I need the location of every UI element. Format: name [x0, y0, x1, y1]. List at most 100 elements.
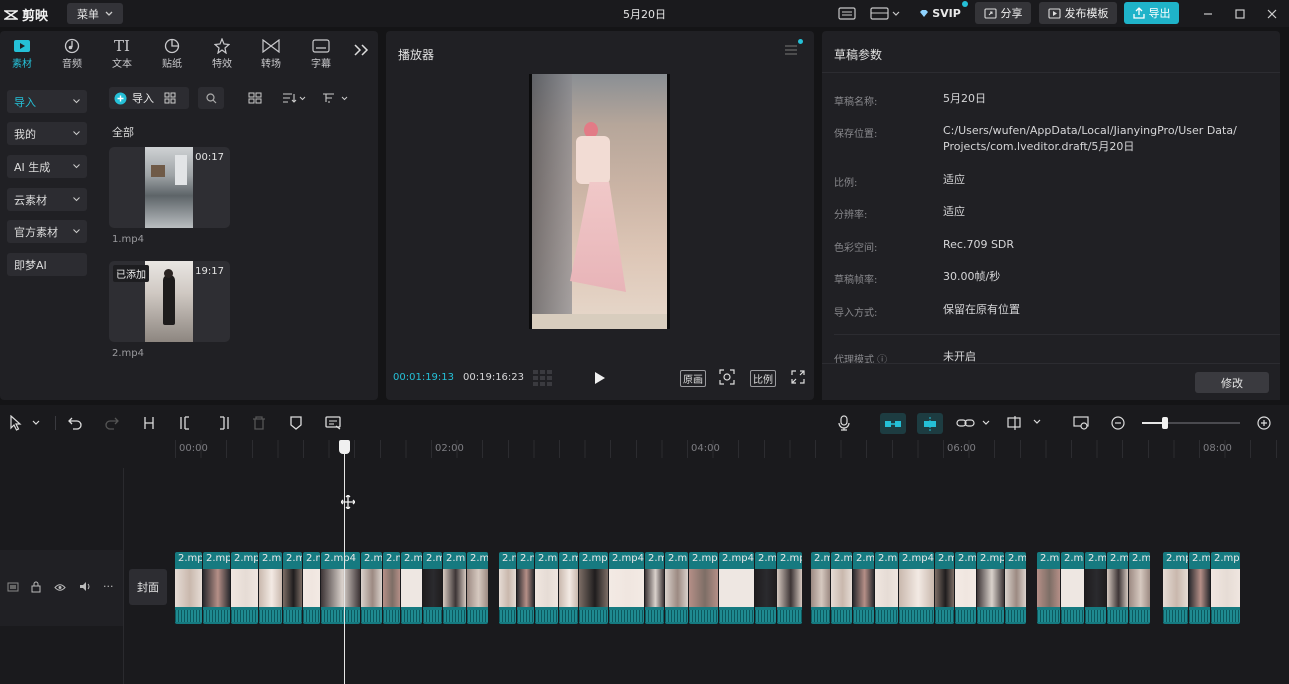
- undo-icon[interactable]: [67, 415, 83, 431]
- timeline-clip[interactable]: 2.mp4: [499, 552, 516, 624]
- timeline-clip[interactable]: 2.mp4: [935, 552, 954, 624]
- marker-icon[interactable]: [288, 415, 304, 431]
- main-track-magnet-icon[interactable]: [880, 413, 906, 434]
- search-button[interactable]: [198, 87, 224, 109]
- timeline-clip[interactable]: 2.mp4: [579, 552, 608, 624]
- timeline-clip[interactable]: 2.mp4: [283, 552, 302, 624]
- timeline-clip[interactable]: 2.mp4: [645, 552, 664, 624]
- preview-axis-icon[interactable]: [1006, 415, 1044, 431]
- timeline-clip[interactable]: 2.mp4: [1189, 552, 1210, 624]
- timeline-clip[interactable]: 2.mp4: [755, 552, 776, 624]
- filter-icon[interactable]: [322, 92, 350, 107]
- share-button[interactable]: 分享: [975, 2, 1031, 24]
- timeline-clip[interactable]: 2.mp4: [1211, 552, 1240, 624]
- timeline-clip[interactable]: 2.mp4: [777, 552, 802, 624]
- timeline-clip[interactable]: 2.mp4: [1061, 552, 1084, 624]
- sidebar-item-ai-generate[interactable]: AI 生成: [7, 155, 87, 178]
- zoom-slider-handle[interactable]: [1162, 417, 1168, 429]
- tab-transition[interactable]: 转场: [249, 37, 293, 70]
- delete-icon[interactable]: [251, 415, 267, 431]
- screenshot-icon[interactable]: [719, 369, 735, 388]
- grid-view-icon[interactable]: [164, 92, 176, 104]
- playhead-handle[interactable]: [339, 440, 350, 454]
- timeline-clip[interactable]: 2.mp4: [401, 552, 422, 624]
- auto-snap-icon[interactable]: [917, 413, 943, 434]
- timeline-area[interactable]: 00:00 02:00 04:00 06:00 08:00 ··· 封面 2.m…: [0, 440, 1289, 684]
- export-button[interactable]: 导出: [1124, 2, 1179, 24]
- timeline-clip[interactable]: 2.mp4: [535, 552, 558, 624]
- timeline-clip[interactable]: 2.mp4: [1037, 552, 1060, 624]
- tab-effects[interactable]: 特效: [200, 37, 244, 70]
- sidebar-item-import[interactable]: 导入: [7, 90, 87, 113]
- timeline-clip[interactable]: 2.mp4: [719, 552, 754, 624]
- timeline-clip[interactable]: 2.mp4: [231, 552, 258, 624]
- publish-template-button[interactable]: 发布模板: [1039, 2, 1117, 24]
- sidebar-item-cloud[interactable]: 云素材: [7, 188, 87, 211]
- timeline-clip[interactable]: 2.mp4: [259, 552, 282, 624]
- timeline-clip[interactable]: 2.mp4: [689, 552, 718, 624]
- video-track[interactable]: 2.mp4 2.mp4 2.mp4 2.mp4 2.mp4 2.mp4 2.mp4 2.mp4…: [0, 440, 1289, 684]
- redo-icon[interactable]: [104, 415, 120, 431]
- tab-media[interactable]: 素材: [0, 37, 44, 70]
- timeline-clip[interactable]: 2.mp4: [899, 552, 934, 624]
- timeline-clip[interactable]: 2.mp4: [361, 552, 382, 624]
- timeline-clip[interactable]: 2.mp4: [1005, 552, 1026, 624]
- timeline-grid-icon[interactable]: [533, 370, 555, 389]
- video-preview[interactable]: [529, 74, 670, 329]
- more-tabs-icon[interactable]: [354, 44, 370, 59]
- auto-caption-icon[interactable]: [324, 415, 342, 431]
- sidebar-item-official[interactable]: 官方素材: [7, 220, 87, 243]
- trim-right-icon[interactable]: [215, 415, 231, 431]
- maximize-icon[interactable]: [1232, 4, 1248, 23]
- timeline-clip[interactable]: 2.mp4: [203, 552, 230, 624]
- shortcut-keyboard-icon[interactable]: [836, 4, 858, 23]
- timeline-clip[interactable]: 2.mp4: [955, 552, 976, 624]
- timeline-clip[interactable]: 2.mp4: [303, 552, 320, 624]
- minimize-icon[interactable]: [1200, 4, 1216, 23]
- timeline-clip[interactable]: 2.mp4: [1085, 552, 1106, 624]
- close-icon[interactable]: [1264, 4, 1280, 23]
- player-menu-icon[interactable]: [784, 44, 798, 59]
- timeline-clip[interactable]: 2.mp4: [559, 552, 578, 624]
- svip-button[interactable]: SVIP: [912, 1, 968, 23]
- tab-text[interactable]: TI 文本: [100, 37, 144, 70]
- clip-preview-icon[interactable]: [1072, 415, 1090, 431]
- timeline-clip[interactable]: 2.mp4: [853, 552, 874, 624]
- timeline-clip[interactable]: 2.mp4: [467, 552, 488, 624]
- timeline-clip[interactable]: 2.mp4: [1163, 552, 1188, 624]
- zoom-slider[interactable]: [1142, 417, 1240, 429]
- timeline-clip[interactable]: 2.mp4: [443, 552, 466, 624]
- split-icon[interactable]: [141, 415, 157, 431]
- sort-icon[interactable]: [282, 92, 306, 107]
- timeline-clip[interactable]: 2.mp4: [811, 552, 830, 624]
- link-icon[interactable]: [955, 415, 993, 431]
- timeline-clip[interactable]: 2.mp4: [1107, 552, 1128, 624]
- timeline-clip[interactable]: 2.mp4: [875, 552, 898, 624]
- timeline-clip[interactable]: 2.mp4: [1129, 552, 1150, 624]
- select-tool-icon[interactable]: [8, 415, 44, 431]
- timeline-clip[interactable]: 2.mp4: [517, 552, 534, 624]
- timeline-clip[interactable]: 2.mp4: [609, 552, 644, 624]
- media-item[interactable]: 00:17: [109, 147, 230, 228]
- timeline-clip[interactable]: 2.mp4: [423, 552, 442, 624]
- timeline-clip[interactable]: 2.mp4: [321, 552, 360, 624]
- sidebar-item-mine[interactable]: 我的: [7, 122, 87, 145]
- list-view-icon[interactable]: [248, 92, 262, 107]
- trim-left-icon[interactable]: [178, 415, 194, 431]
- timeline-clip[interactable]: 2.mp4: [383, 552, 400, 624]
- play-icon[interactable]: [594, 371, 606, 388]
- ratio-button[interactable]: 比例: [750, 370, 776, 387]
- original-quality-button[interactable]: 原画: [680, 370, 706, 387]
- playhead[interactable]: [339, 440, 350, 684]
- timeline-clip[interactable]: 2.mp4: [831, 552, 852, 624]
- microphone-icon[interactable]: [836, 415, 852, 431]
- fullscreen-icon[interactable]: [791, 370, 805, 387]
- tab-audio[interactable]: 音频: [50, 37, 94, 70]
- sidebar-item-jimeng-ai[interactable]: 即梦AI: [7, 253, 87, 276]
- layout-icon[interactable]: [868, 4, 902, 23]
- media-item[interactable]: 已添加 19:17: [109, 261, 230, 342]
- zoom-in-icon[interactable]: [1256, 415, 1272, 431]
- timeline-clip[interactable]: 2.mp4: [977, 552, 1004, 624]
- import-button[interactable]: 导入: [109, 87, 189, 109]
- zoom-out-icon[interactable]: [1110, 415, 1126, 431]
